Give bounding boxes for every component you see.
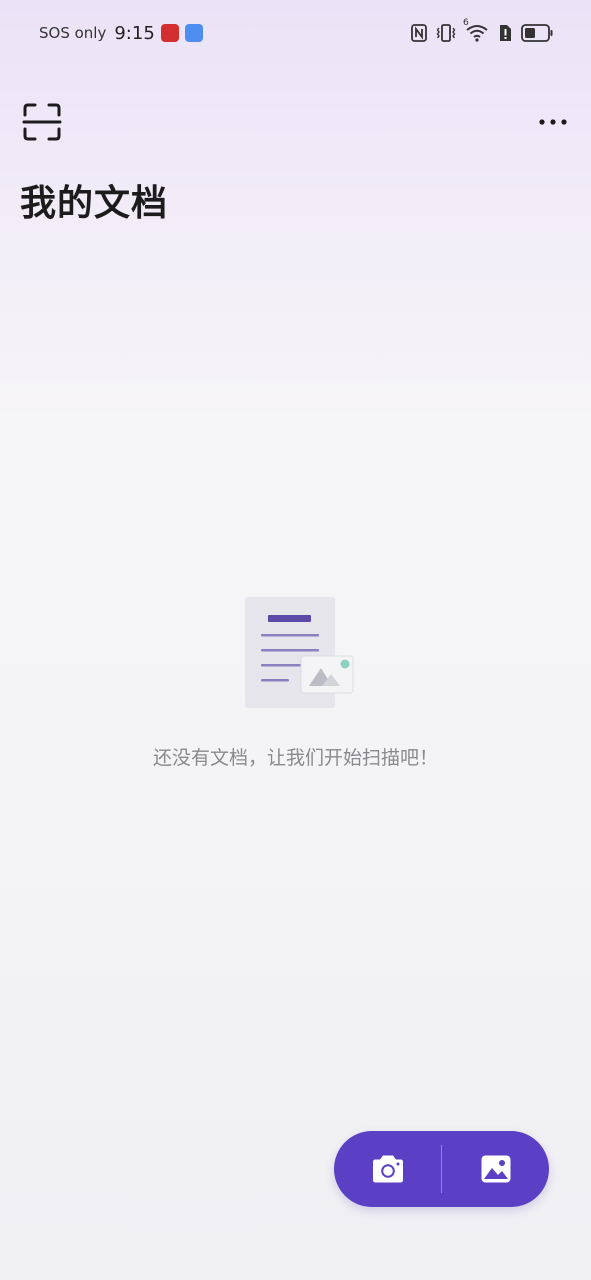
status-bar: SOS only 9:15 6: [0, 0, 591, 66]
notification-app-icon: [160, 24, 179, 42]
more-horizontal-icon: [539, 119, 567, 125]
wifi-group: 6: [463, 18, 489, 43]
notification-app-icon-2: [184, 24, 203, 42]
status-left: SOS only 9:15: [39, 21, 203, 45]
carrier-text: SOS only: [39, 24, 107, 42]
image-gallery-icon: [481, 1155, 510, 1183]
nfc-icon: [411, 24, 427, 42]
wifi-icon: [466, 25, 488, 42]
scan-button[interactable]: [22, 102, 62, 142]
document-image-icon: [245, 597, 354, 708]
battery-icon: [521, 24, 553, 42]
camera-icon: [372, 1155, 403, 1183]
camera-capture-button[interactable]: [334, 1131, 441, 1207]
status-right: 6: [411, 18, 553, 44]
empty-state-illustration: [244, 596, 356, 710]
page-title: 我的文档: [20, 183, 169, 224]
empty-state-message: 还没有文档，让我们开始扫描吧！: [152, 747, 438, 769]
gallery-import-button[interactable]: [442, 1131, 549, 1207]
more-options-button[interactable]: [534, 110, 574, 134]
capture-action-bar: [334, 1131, 549, 1207]
scan-frame-icon: [22, 103, 62, 141]
clock: 9:15: [114, 22, 155, 44]
sim-alert-icon: [500, 25, 511, 41]
vibrate-icon: [436, 24, 456, 42]
